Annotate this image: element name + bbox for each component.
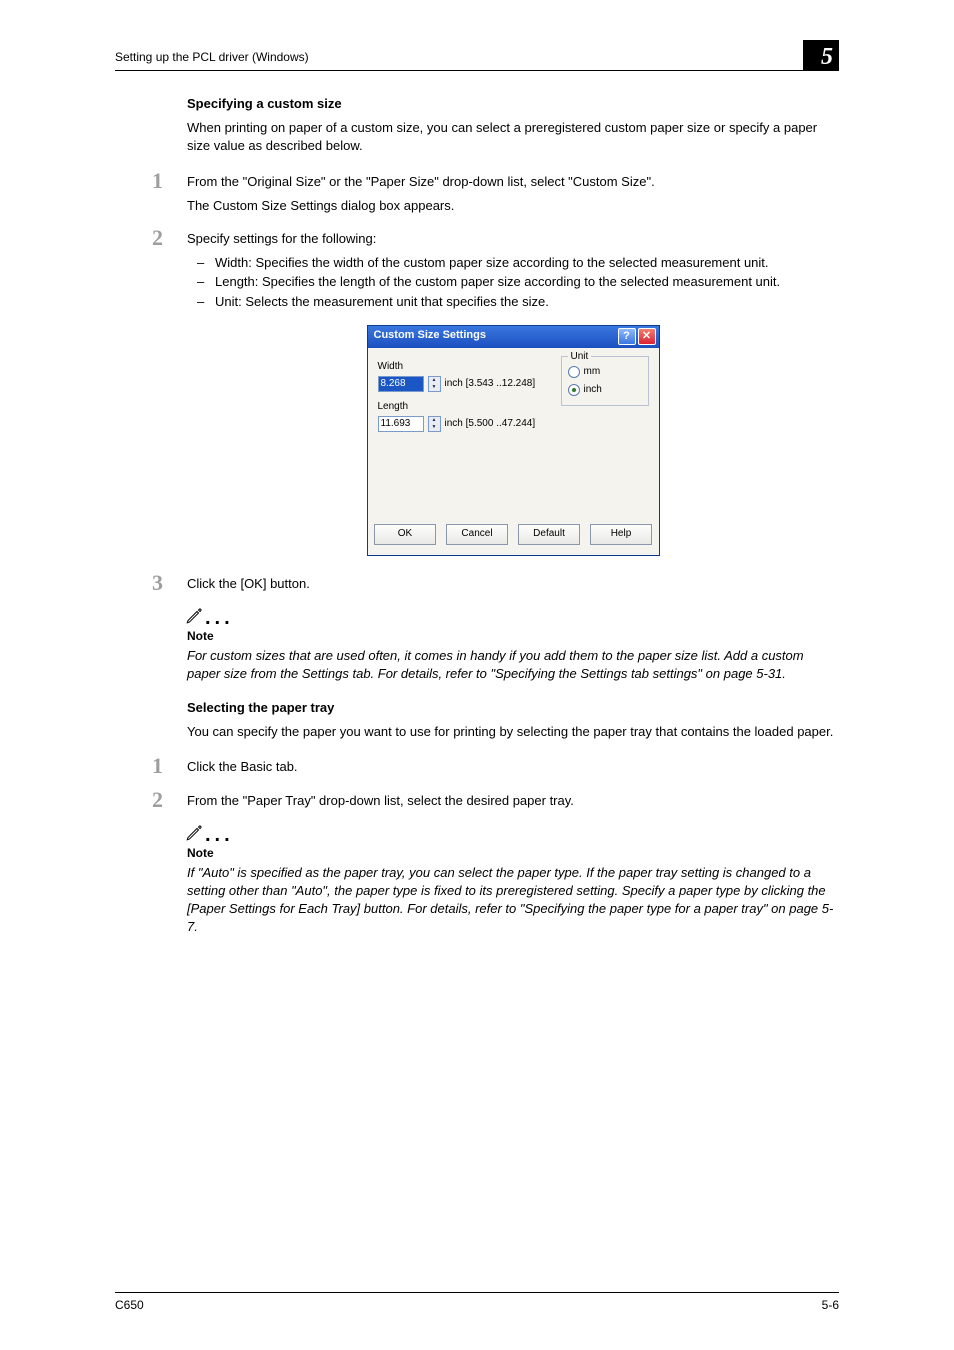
close-icon[interactable]: ✕: [638, 328, 656, 345]
step: 2 Specify settings for the following: Wi…: [152, 227, 839, 317]
unit-inch-row[interactable]: inch: [568, 383, 642, 397]
step-body: From the "Original Size" or the "Paper S…: [187, 170, 839, 221]
unit-legend: Unit: [568, 350, 592, 364]
step-text: From the "Original Size" or the "Paper S…: [187, 173, 839, 191]
unit-group: Unit mm inch: [561, 356, 649, 406]
unit-mm-row[interactable]: mm: [568, 365, 642, 379]
note-head: ...: [185, 607, 839, 625]
ok-button[interactable]: OK: [374, 524, 436, 545]
step-number: 1: [152, 755, 187, 782]
default-button[interactable]: Default: [518, 524, 580, 545]
footer-page: 5-6: [822, 1297, 839, 1314]
bullet-list: Width: Specifies the width of the custom…: [187, 254, 839, 311]
section-heading: Specifying a custom size: [187, 95, 839, 113]
note-label: Note: [187, 628, 839, 645]
dialog-title: Custom Size Settings: [374, 328, 486, 343]
step-body: Specify settings for the following: Widt…: [187, 227, 839, 317]
custom-size-dialog: Custom Size Settings ? ✕ Width 8.268 ▲▼ …: [367, 325, 660, 556]
bullet: Width: Specifies the width of the custom…: [215, 254, 839, 272]
step-text: From the "Paper Tray" drop-down list, se…: [187, 792, 839, 810]
note-text: For custom sizes that are used often, it…: [187, 647, 839, 683]
step-text: Specify settings for the following:: [187, 230, 839, 248]
radio-icon[interactable]: [568, 384, 580, 396]
step-number: 1: [152, 170, 187, 221]
spin-down-icon[interactable]: ▼: [429, 384, 440, 391]
footer-model: C650: [115, 1297, 144, 1314]
step: 1 Click the Basic tab.: [152, 755, 839, 782]
width-input[interactable]: 8.268: [378, 376, 424, 392]
width-range: inch [3.543 ..12.248]: [445, 377, 536, 391]
footer-row: C650 5-6: [115, 1297, 839, 1314]
note: ... Note If "Auto" is specified as the p…: [187, 824, 839, 937]
step-number: 3: [152, 572, 187, 599]
section-intro: When printing on paper of a custom size,…: [187, 119, 839, 155]
step-body: Click the [OK] button.: [187, 572, 839, 599]
step: 1 From the "Original Size" or the "Paper…: [152, 170, 839, 221]
dialog-body: Width 8.268 ▲▼ inch [3.543 ..12.248] Len…: [368, 348, 659, 518]
help-icon[interactable]: ?: [618, 328, 636, 345]
content: Specifying a custom size When printing o…: [187, 95, 839, 936]
bullet: Unit: Selects the measurement unit that …: [215, 293, 839, 311]
step: 2 From the "Paper Tray" drop-down list, …: [152, 789, 839, 816]
length-spinner[interactable]: ▲▼: [428, 416, 441, 432]
ellipsis-icon: ...: [205, 829, 234, 841]
running-header: Setting up the PCL driver (Windows): [115, 49, 309, 70]
spin-down-icon[interactable]: ▼: [429, 424, 440, 431]
pen-icon: [185, 607, 203, 625]
step-number: 2: [152, 227, 187, 317]
page: Setting up the PCL driver (Windows) 5 Sp…: [0, 0, 954, 1350]
step-text: Click the Basic tab.: [187, 758, 839, 776]
length-input[interactable]: 11.693: [378, 416, 424, 432]
length-range: inch [5.500 ..47.244]: [445, 417, 536, 431]
note-text: If "Auto" is specified as the paper tray…: [187, 864, 839, 937]
dialog-button-row: OK Cancel Default Help: [368, 518, 659, 555]
section-heading: Selecting the paper tray: [187, 699, 839, 717]
spin-up-icon[interactable]: ▲: [429, 417, 440, 424]
ellipsis-icon: ...: [205, 612, 234, 624]
header-rule: [115, 70, 839, 71]
chapter-tab: 5: [803, 40, 839, 70]
dialog-titlebar: Custom Size Settings ? ✕: [368, 326, 659, 348]
step-body: From the "Paper Tray" drop-down list, se…: [187, 789, 839, 816]
cancel-button[interactable]: Cancel: [446, 524, 508, 545]
help-button[interactable]: Help: [590, 524, 652, 545]
page-header: Setting up the PCL driver (Windows) 5: [115, 40, 839, 70]
width-spinner[interactable]: ▲▼: [428, 376, 441, 392]
spin-up-icon[interactable]: ▲: [429, 377, 440, 384]
step-text: The Custom Size Settings dialog box appe…: [187, 197, 839, 215]
note-head: ...: [185, 824, 839, 842]
step-text: Click the [OK] button.: [187, 575, 839, 593]
page-footer: C650 5-6: [115, 1292, 839, 1314]
dialog-screenshot: Custom Size Settings ? ✕ Width 8.268 ▲▼ …: [367, 325, 660, 556]
section-intro: You can specify the paper you want to us…: [187, 723, 839, 741]
note: ... Note For custom sizes that are used …: [187, 607, 839, 683]
unit-mm-label: mm: [584, 365, 601, 379]
step: 3 Click the [OK] button.: [152, 572, 839, 599]
footer-rule: [115, 1292, 839, 1293]
step-body: Click the Basic tab.: [187, 755, 839, 782]
note-label: Note: [187, 845, 839, 862]
pen-icon: [185, 824, 203, 842]
titlebar-buttons: ? ✕: [618, 328, 656, 345]
radio-icon[interactable]: [568, 366, 580, 378]
unit-inch-label: inch: [584, 383, 602, 397]
step-number: 2: [152, 789, 187, 816]
length-row: 11.693 ▲▼ inch [5.500 ..47.244]: [378, 416, 649, 432]
bullet: Length: Specifies the length of the cust…: [215, 273, 839, 291]
